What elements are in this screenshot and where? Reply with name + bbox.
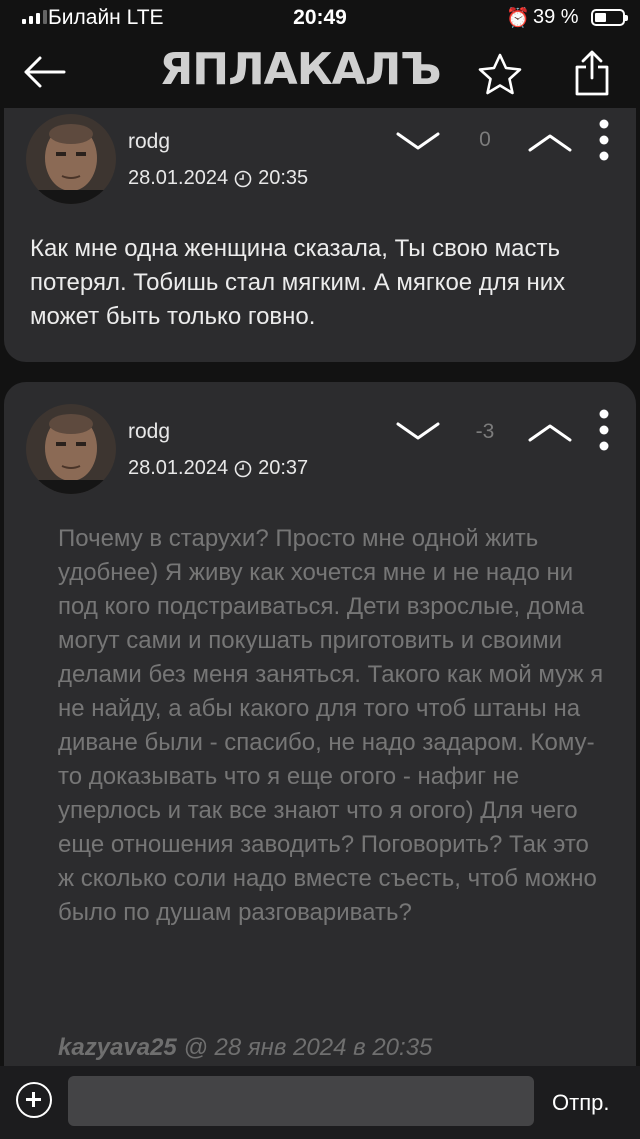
comment-username[interactable]: rodg: [128, 130, 170, 154]
quoted-text: Почему в старухи? Просто мне одной жить …: [58, 525, 604, 926]
comment-time: 20:35: [258, 167, 309, 189]
comment-card: rodg 28.01.2024 20:35 0 Как мне одна жен…: [4, 108, 636, 362]
compose-bar: Отпр.: [0, 1066, 640, 1139]
comment-timestamp: 28.01.2024 20:37: [128, 457, 308, 480]
comment-time: 20:37: [258, 457, 309, 479]
vote-up-icon[interactable]: [526, 416, 574, 448]
vote-down-icon[interactable]: [394, 416, 442, 448]
comment-username[interactable]: rodg: [128, 420, 170, 444]
comment-text: Как мне одна женщина сказала, Ты свою ма…: [30, 235, 566, 330]
quote-signature: kazyava25 @ 28 янв 2024 в 20:35: [58, 1034, 432, 1062]
comment-card: rodg 28.01.2024 20:37 -3 Почему в старух…: [4, 382, 636, 1072]
more-options-icon[interactable]: [594, 118, 614, 162]
comment-date: 28.01.2024: [128, 167, 229, 189]
message-input[interactable]: [68, 1076, 534, 1126]
clock-icon: [234, 460, 252, 477]
nav-bar: ЯПЛАКАЛЪ: [0, 36, 640, 108]
more-options-icon[interactable]: [594, 408, 614, 452]
battery-icon: [591, 9, 628, 26]
battery-percent: 39 %: [533, 6, 579, 28]
comment-score: 0: [479, 128, 491, 151]
site-logo[interactable]: ЯПЛАКАЛЪ: [150, 44, 450, 95]
vote-up-icon[interactable]: [526, 126, 574, 158]
quote-separator: @: [176, 1034, 215, 1061]
quote-date: 28 янв 2024 в 20:35: [214, 1034, 433, 1061]
add-attachment-button[interactable]: [16, 1082, 52, 1118]
comment-score: -3: [475, 420, 495, 443]
send-button[interactable]: Отпр.: [552, 1090, 609, 1116]
avatar[interactable]: [26, 114, 116, 204]
avatar[interactable]: [26, 404, 116, 494]
comment-timestamp: 28.01.2024 20:35: [128, 167, 308, 190]
clock-icon: [234, 170, 252, 187]
back-arrow-icon[interactable]: [22, 54, 66, 90]
star-icon[interactable]: [476, 52, 524, 96]
vote-down-icon[interactable]: [394, 126, 442, 158]
status-bar: Билайн LTE 20:49 ⏰ 39 %: [0, 0, 640, 36]
alarm-icon: ⏰: [506, 8, 530, 29]
share-icon[interactable]: [572, 48, 612, 96]
comment-date: 28.01.2024: [128, 457, 229, 479]
quote-author[interactable]: kazyava25: [58, 1034, 177, 1061]
